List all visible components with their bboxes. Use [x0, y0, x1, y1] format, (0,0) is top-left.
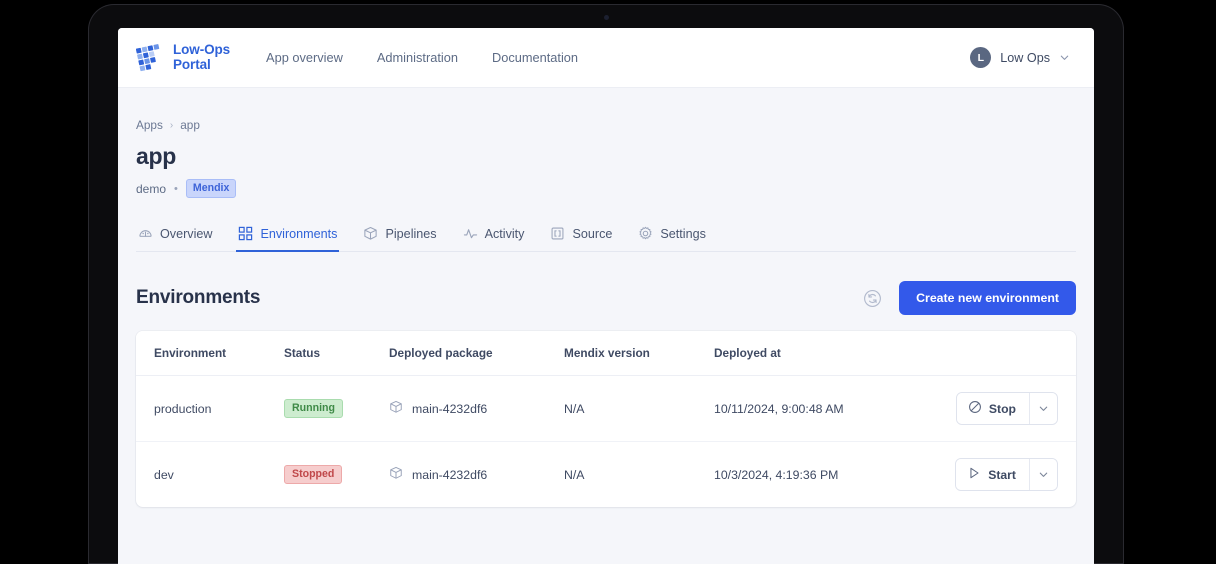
app-header: Low-Ops Portal App overview Administrati… [118, 28, 1094, 88]
tab-environments[interactable]: Environments [236, 220, 340, 252]
cell-environment: dev [154, 467, 174, 482]
cell-environment: production [136, 375, 284, 442]
stop-dropdown-toggle[interactable] [1029, 393, 1057, 424]
column-header-environment: Environment [136, 331, 284, 376]
stop-circle-icon [968, 400, 982, 417]
column-header-deployed-at: Deployed at [714, 331, 944, 376]
cell-status: Stopped [284, 442, 389, 508]
brand-logo-link[interactable]: Low-Ops Portal [136, 41, 231, 72]
status-badge: Stopped [284, 465, 343, 484]
section-actions: Create new environment [861, 281, 1076, 315]
cell-actions: Start [944, 442, 1076, 508]
tab-label: Pipelines [385, 226, 437, 241]
device-camera-icon [603, 15, 609, 20]
topnav-link-administration[interactable]: Administration [367, 44, 468, 71]
tab-label: Source [572, 226, 613, 241]
create-new-environment-button[interactable]: Create new environment [899, 281, 1076, 315]
tab-source[interactable]: Source [548, 220, 614, 252]
table-header-row: Environment Status Deployed package Mend… [136, 331, 1076, 376]
chevron-down-icon [1060, 55, 1069, 60]
page-subtitle: demo • Mendix [136, 179, 1076, 198]
package-icon [389, 400, 403, 417]
tab-label: Activity [484, 226, 525, 241]
package-name: main-4232df6 [412, 401, 488, 416]
code-braces-icon [550, 226, 565, 241]
column-header-deployed-package: Deployed package [389, 331, 564, 376]
table-row[interactable]: dev Stopped main-4232df6 N/A 10/3/2024, … [136, 442, 1076, 508]
tab-overview[interactable]: Overview [136, 220, 214, 252]
breadcrumb: Apps › app [136, 88, 1076, 132]
avatar: L [970, 47, 992, 68]
start-button[interactable]: Start [956, 459, 1029, 490]
stop-button-label: Stop [988, 401, 1016, 416]
app-tabs: Overview Environments Pipelines Activity… [136, 220, 1076, 252]
row-action-group: Stop [955, 392, 1058, 425]
row-action-group: Start [955, 458, 1058, 491]
app-owner: demo [136, 181, 167, 196]
cell-deployed-package: main-4232df6 [389, 375, 564, 442]
page-body: Apps › app app demo • Mendix Overview En… [118, 88, 1094, 507]
gauge-icon [138, 226, 153, 241]
breadcrumb-item-app[interactable]: app [180, 118, 200, 132]
stop-button[interactable]: Stop [956, 393, 1029, 424]
pulse-icon [463, 226, 478, 241]
chevron-down-icon [1039, 406, 1048, 411]
cell-actions: Stop [944, 375, 1076, 442]
start-dropdown-toggle[interactable] [1029, 459, 1057, 490]
tech-badge: Mendix [185, 179, 237, 198]
chevron-down-icon [1039, 472, 1048, 477]
cell-mendix-version: N/A [564, 467, 585, 482]
top-navigation: App overview Administration Documentatio… [256, 44, 588, 71]
package-name: main-4232df6 [412, 467, 488, 482]
column-header-status: Status [284, 331, 389, 376]
package-icon [363, 226, 378, 241]
topnav-link-documentation[interactable]: Documentation [482, 44, 588, 71]
topnav-link-app-overview[interactable]: App overview [256, 44, 353, 71]
column-header-mendix-version: Mendix version [564, 331, 714, 376]
refresh-icon[interactable] [861, 287, 883, 309]
section-header: Environments Create new environment [136, 281, 1076, 315]
table-row[interactable]: production Running main-4232df6 N/A 10/1… [136, 375, 1076, 442]
table-header: Environment Status Deployed package Mend… [136, 331, 1076, 376]
tab-label: Environments [260, 226, 338, 241]
cell-mendix-version: N/A [564, 375, 714, 442]
breadcrumb-item-apps[interactable]: Apps [136, 118, 163, 132]
package-icon [389, 466, 403, 483]
play-icon [967, 466, 981, 483]
brand-name: Low-Ops Portal [173, 41, 231, 72]
environments-card: Environment Status Deployed package Mend… [136, 331, 1076, 507]
table-body: production Running main-4232df6 N/A 10/1… [136, 375, 1076, 508]
mosaic-logo-icon [136, 43, 160, 71]
gear-icon [638, 226, 653, 241]
cell-deployed-at: 10/11/2024, 9:00:48 AM [714, 375, 944, 442]
grid-icon [238, 226, 253, 241]
cell-status: Running [284, 375, 389, 442]
cell-deployed-at: 10/3/2024, 4:19:36 PM [714, 467, 839, 482]
start-button-label: Start [988, 467, 1016, 482]
column-header-actions [944, 331, 1076, 376]
tab-label: Overview [160, 226, 213, 241]
subtitle-separator: • [174, 182, 178, 195]
tab-pipelines[interactable]: Pipelines [361, 220, 438, 252]
tab-activity[interactable]: Activity [461, 220, 527, 252]
tab-label: Settings [660, 226, 706, 241]
environments-table: Environment Status Deployed package Mend… [136, 331, 1076, 507]
page-title: app [136, 143, 176, 169]
section-title: Environments [136, 287, 261, 308]
device-frame: Low-Ops Portal App overview Administrati… [88, 4, 1124, 564]
user-menu[interactable]: L Low Ops [970, 47, 1070, 68]
status-badge: Running [284, 399, 343, 418]
cell-deployed-package: main-4232df6 [389, 442, 564, 508]
device-screen: Low-Ops Portal App overview Administrati… [118, 28, 1094, 564]
breadcrumb-separator-icon: › [169, 119, 174, 131]
user-name: Low Ops [1000, 50, 1050, 65]
tab-settings[interactable]: Settings [636, 220, 708, 252]
